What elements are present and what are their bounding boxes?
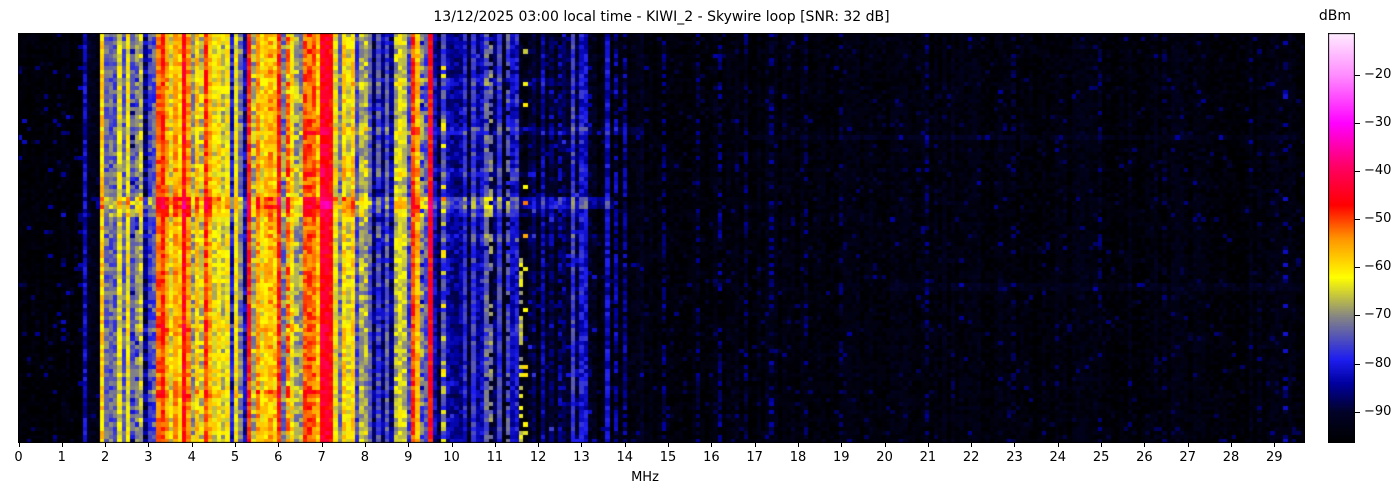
x-tick-mark [755,443,756,447]
x-tick-mark [1144,443,1145,447]
x-tick-label: 17 [740,450,770,465]
colorbar-tick-mark [1355,123,1360,124]
x-tick-mark [1014,443,1015,447]
x-tick-mark [538,443,539,447]
colorbar-tick-mark [1355,364,1360,365]
x-tick-mark [322,443,323,447]
x-tick-label: 15 [653,450,683,465]
x-tick-label: 13 [566,450,596,465]
x-tick-mark [1058,443,1059,447]
colorbar-tick-label: −20 [1364,67,1391,83]
x-tick-mark [235,443,236,447]
colorbar-canvas [1328,33,1355,443]
colorbar-tick-mark [1355,315,1360,316]
x-tick-mark [1101,443,1102,447]
x-tick-label: 28 [1216,450,1246,465]
x-tick-label: 8 [350,450,380,465]
x-tick-label: 18 [783,450,813,465]
x-tick-mark [365,443,366,447]
x-tick-label: 16 [696,450,726,465]
colorbar-tick-mark [1355,267,1360,268]
colorbar-tick-mark [1355,219,1360,220]
chart-title: 13/12/2025 03:00 local time - KIWI_2 - S… [18,9,1305,25]
x-tick-mark [885,443,886,447]
colorbar-tick-mark [1355,75,1360,76]
x-tick-label: 9 [393,450,423,465]
colorbar-tick-label: −40 [1364,163,1391,179]
colorbar-tick-label: −70 [1364,307,1391,323]
colorbar-tick-label: −30 [1364,115,1391,131]
x-tick-label: 22 [956,450,986,465]
x-axis: 0123456789101112131415161718192021222324… [0,443,1400,473]
x-tick-label: 10 [437,450,467,465]
colorbar-tick-mark [1355,171,1360,172]
colorbar-tick-label: −90 [1364,404,1391,420]
x-tick-mark [192,443,193,447]
x-tick-label: 12 [523,450,553,465]
x-tick-label: 0 [4,450,34,465]
spectrogram-figure: 13/12/2025 03:00 local time - KIWI_2 - S… [0,0,1400,500]
x-tick-label: 6 [263,450,293,465]
x-tick-label: 20 [870,450,900,465]
x-tick-label: 1 [47,450,77,465]
x-tick-mark [711,443,712,447]
x-tick-label: 27 [1173,450,1203,465]
x-tick-mark [495,443,496,447]
x-tick-mark [668,443,669,447]
colorbar-tick-label: −80 [1364,356,1391,372]
x-tick-label: 23 [999,450,1029,465]
x-tick-mark [1188,443,1189,447]
x-tick-mark [1274,443,1275,447]
x-tick-mark [452,443,453,447]
x-tick-label: 5 [220,450,250,465]
x-tick-label: 29 [1259,450,1289,465]
x-tick-label: 14 [610,450,640,465]
colorbar-unit-label: dBm [1312,8,1358,24]
x-tick-mark [148,443,149,447]
x-tick-label: 19 [826,450,856,465]
x-tick-mark [928,443,929,447]
colorbar-tick-label: −60 [1364,259,1391,275]
x-tick-mark [62,443,63,447]
x-tick-mark [1231,443,1232,447]
x-tick-mark [19,443,20,447]
x-axis-label: MHz [595,470,695,485]
waterfall-heatmap-canvas [18,33,1305,443]
x-tick-label: 21 [913,450,943,465]
x-tick-mark [408,443,409,447]
x-tick-label: 26 [1129,450,1159,465]
x-tick-mark [841,443,842,447]
x-tick-label: 11 [480,450,510,465]
x-tick-label: 2 [90,450,120,465]
x-tick-mark [798,443,799,447]
x-tick-mark [971,443,972,447]
x-tick-label: 7 [307,450,337,465]
x-tick-mark [625,443,626,447]
x-tick-label: 3 [133,450,163,465]
x-tick-label: 4 [177,450,207,465]
x-tick-label: 24 [1043,450,1073,465]
x-tick-mark [105,443,106,447]
x-tick-mark [278,443,279,447]
colorbar-tick-label: −50 [1364,211,1391,227]
x-tick-mark [581,443,582,447]
colorbar-tick-mark [1355,412,1360,413]
x-tick-label: 25 [1086,450,1116,465]
